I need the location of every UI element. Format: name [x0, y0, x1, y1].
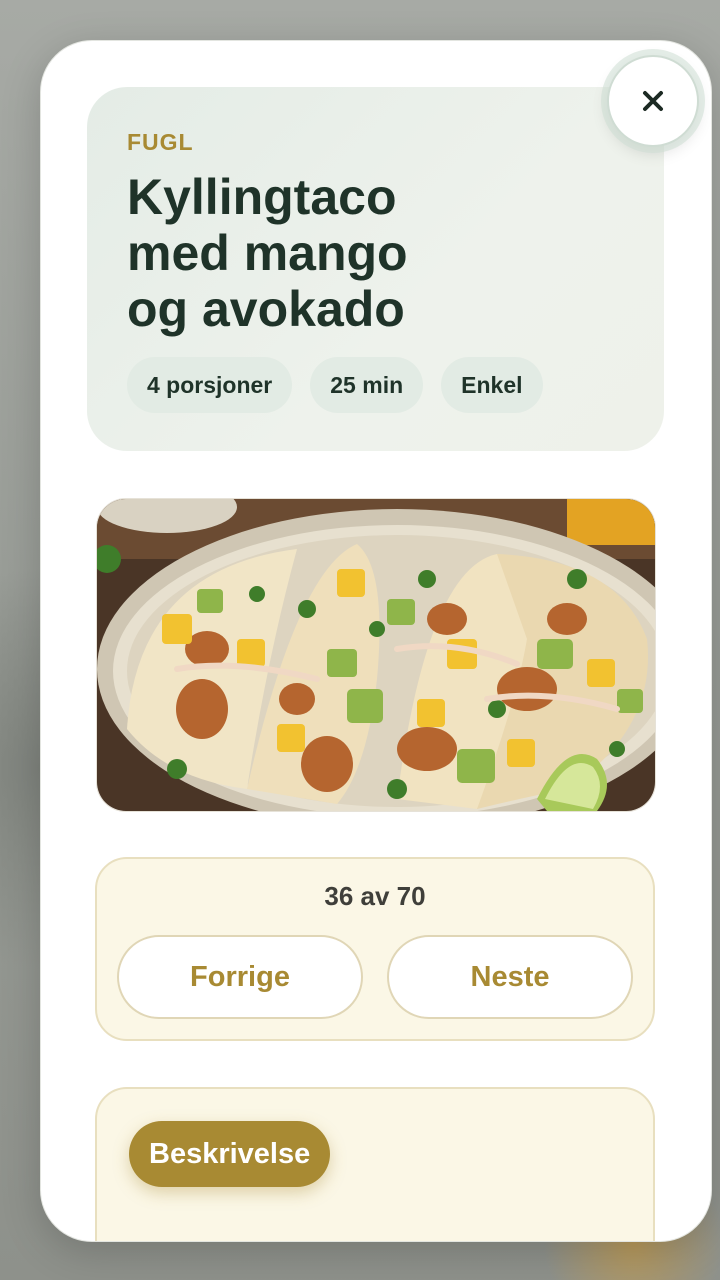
- close-button[interactable]: [607, 55, 699, 147]
- servings-badge: 4 porsjoner: [127, 357, 293, 413]
- recipe-counter: 36 av 70: [324, 881, 426, 911]
- recipe-title: Kyllingtaco med mango og avokado: [127, 169, 408, 337]
- recipe-meta: 4 porsjoner 25 min Enkel: [127, 357, 543, 413]
- recipe-header: FUGL Kyllingtaco med mango og avokado 4 …: [87, 87, 664, 451]
- description-tab[interactable]: Beskrivelse: [129, 1121, 331, 1187]
- description-section: Beskrivelse: [95, 1087, 655, 1241]
- next-button[interactable]: Neste: [387, 935, 633, 1019]
- difficulty-badge: Enkel: [441, 357, 543, 413]
- recipe-photo: [96, 498, 656, 812]
- time-badge: 25 min: [310, 357, 424, 413]
- recipe-modal: FUGL Kyllingtaco med mango og avokado 4 …: [40, 40, 712, 1242]
- recipe-category: FUGL: [127, 129, 194, 155]
- recipe-navigation: 36 av 70 Forrige Neste: [95, 857, 655, 1041]
- close-icon: [643, 91, 663, 111]
- previous-button[interactable]: Forrige: [117, 935, 363, 1019]
